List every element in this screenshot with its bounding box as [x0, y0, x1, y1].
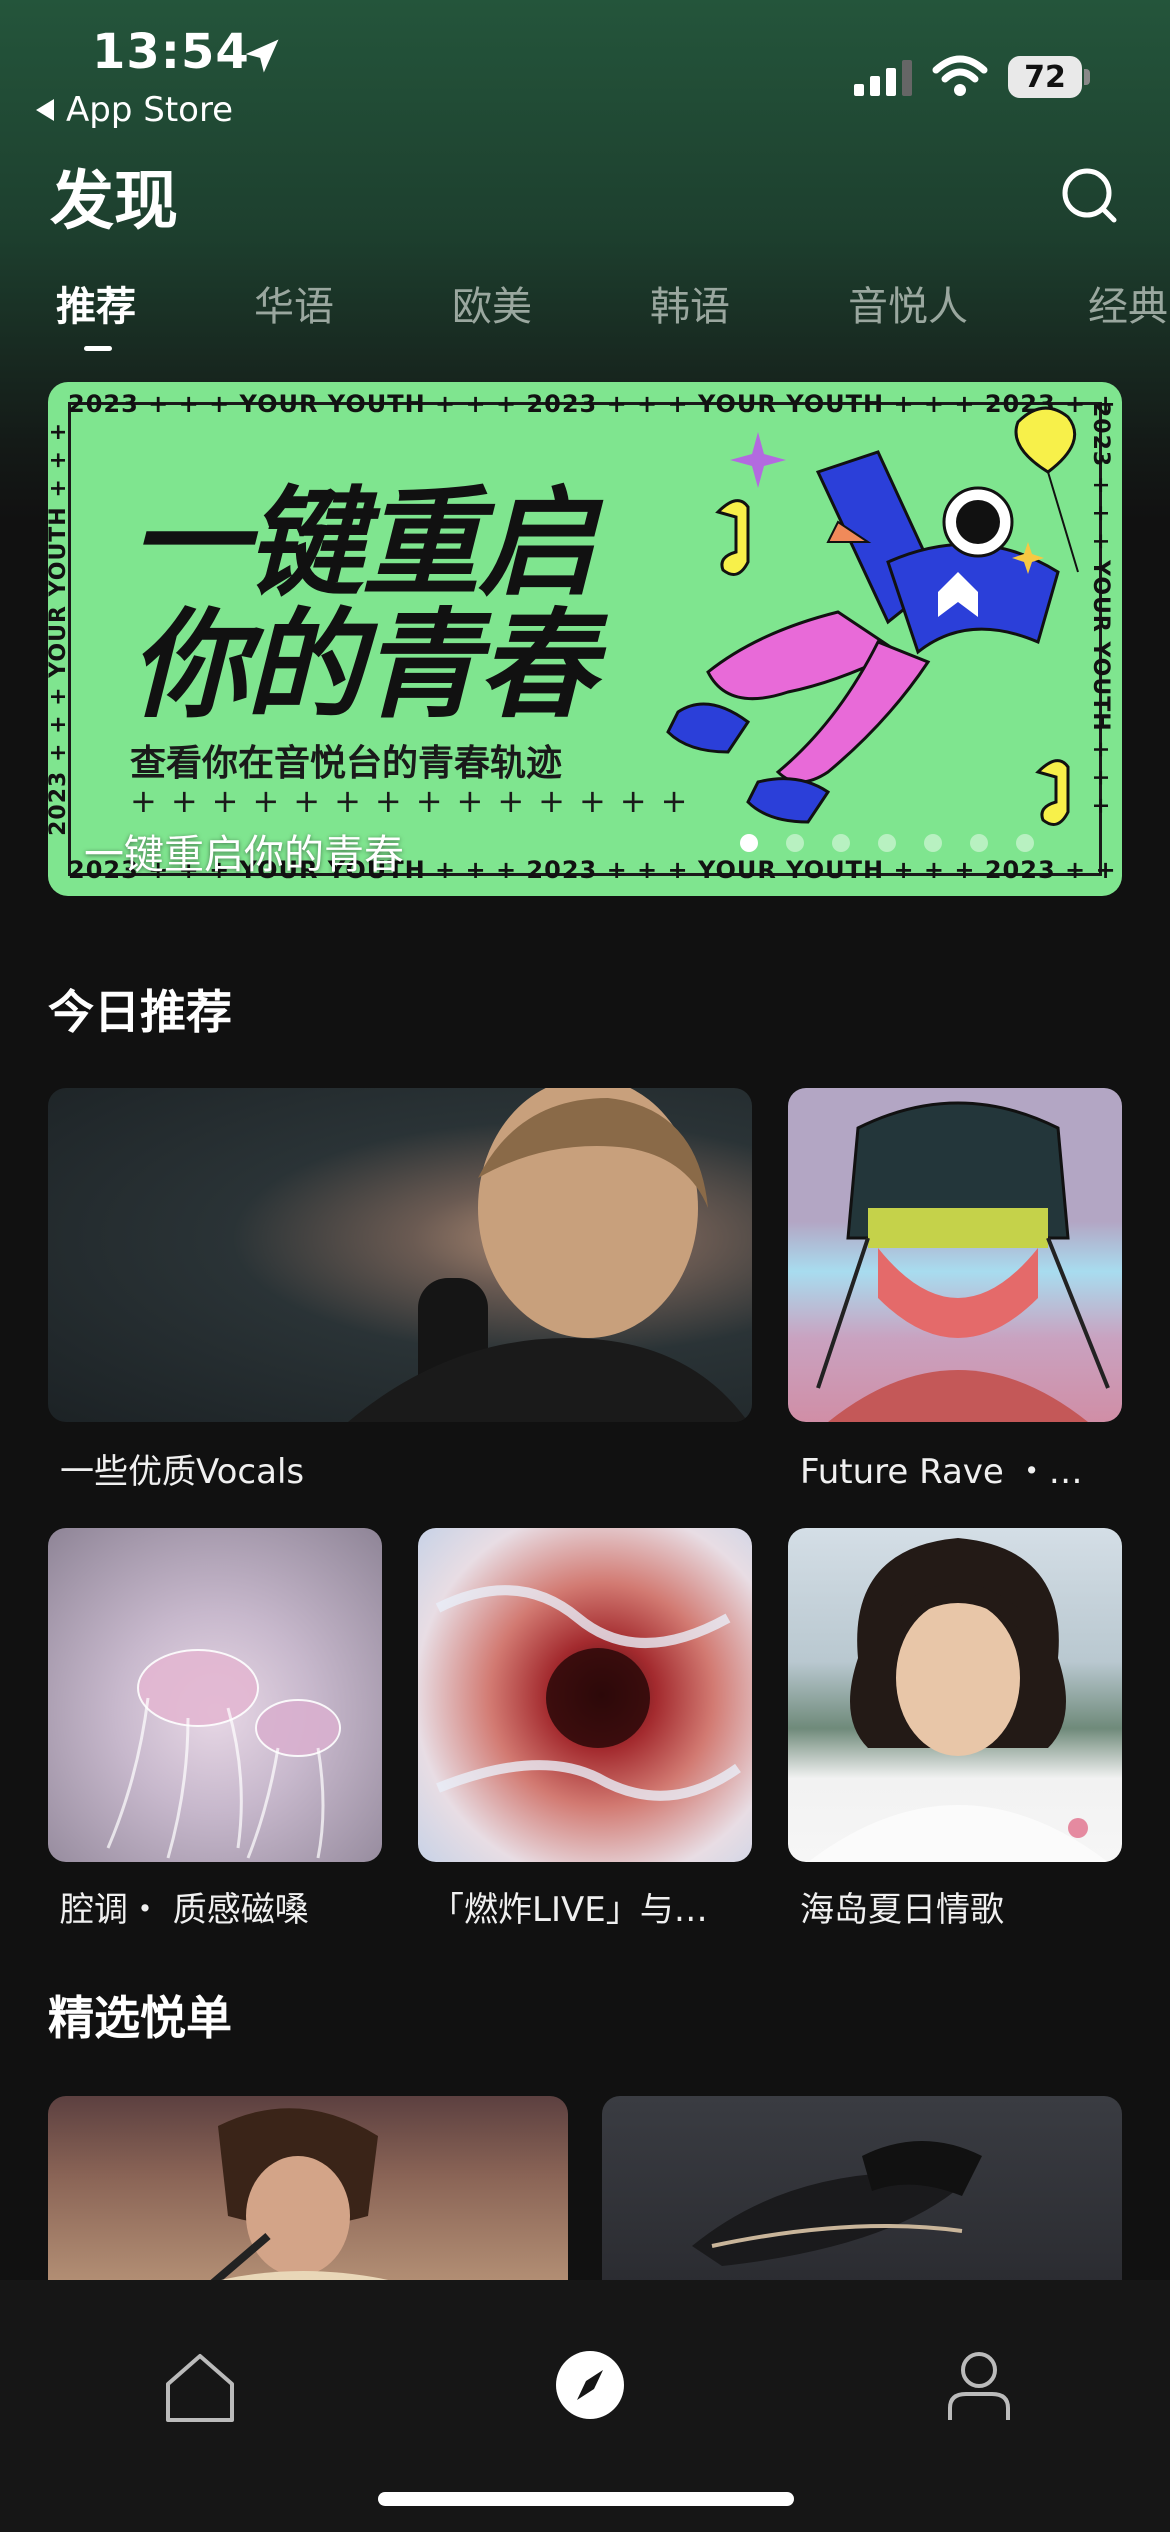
tab-recommend[interactable]: 推荐: [56, 274, 136, 332]
banner-caption: 一键重启你的青春: [84, 832, 404, 878]
section-title-featured: 精选悦单: [48, 1991, 232, 2045]
home-indicator: [378, 2492, 794, 2506]
banner-subtitle: 查看你在音悦台的青春轨迹: [130, 743, 563, 784]
banner-strip-left: 2023 + + + YOUR YOUTH + + +: [48, 422, 71, 836]
pagination-dot: [786, 834, 804, 852]
tab-western[interactable]: 欧美: [452, 274, 532, 332]
featured-cover-art-1: [168, 2108, 448, 2296]
wifi-icon: [932, 55, 988, 96]
banner-plus-row: ++++++++++++++: [130, 782, 702, 820]
banner-headline-line2: 你的青春: [130, 596, 596, 734]
card-label-live: 「燃炸LIVE」与…: [430, 1890, 708, 1930]
compass-icon[interactable]: [555, 2350, 625, 2420]
banner-pagination: [740, 834, 1034, 852]
home-icon[interactable]: [162, 2350, 238, 2426]
live-cover-art: [435, 1585, 741, 1801]
playlist-card-live[interactable]: [418, 1528, 752, 1862]
back-app-label: App Store: [66, 90, 234, 130]
featured-card-2[interactable]: [602, 2096, 1122, 2296]
location-arrow-icon: [245, 39, 279, 73]
banner-illustration: [666, 406, 1079, 826]
playlist-card-vocals[interactable]: [48, 1088, 752, 1422]
active-tab-indicator: [84, 346, 112, 351]
pagination-dot: [878, 834, 896, 852]
card-label-vocals: 一些优质Vocals: [60, 1452, 305, 1492]
playlist-card-future-rave[interactable]: [788, 1088, 1122, 1422]
pagination-dot: [1016, 834, 1034, 852]
featured-cover-art-2: [692, 2141, 982, 2266]
card-label-timbre: 腔调・ 质感磁嗓: [60, 1890, 309, 1930]
tab-korean[interactable]: 韩语: [650, 274, 730, 332]
banner-headline: 一键重启 你的青春: [130, 474, 596, 734]
featured-card-1[interactable]: [48, 2096, 568, 2296]
promo-banner[interactable]: 2023 + + + YOUR YOUTH + + + 2023 + + + Y…: [48, 382, 1122, 896]
vocals-cover-art: [348, 1088, 748, 1422]
search-icon[interactable]: [1060, 166, 1118, 224]
cellular-signal-icon: [854, 60, 912, 96]
card-label-future-rave: Future Rave ・…: [800, 1452, 1083, 1492]
status-time: 13:54: [92, 24, 250, 80]
playlist-card-timbre[interactable]: [48, 1528, 382, 1862]
page-title: 发现: [50, 165, 178, 239]
battery-indicator: 72: [1008, 56, 1090, 98]
category-tabs: 推荐 华语 欧美 韩语 音悦人 经典: [0, 266, 1170, 356]
battery-cap: [1084, 69, 1090, 85]
pagination-dot: [740, 834, 758, 852]
card-label-island: 海岛夏日情歌: [800, 1890, 1004, 1930]
pagination-dot: [970, 834, 988, 852]
battery-level: 72: [1008, 56, 1082, 98]
jellyfish-cover-art: [106, 1649, 341, 1859]
island-cover-art: [808, 1538, 1108, 1862]
future-rave-cover-art: [816, 1101, 1110, 1422]
pagination-dot: [832, 834, 850, 852]
banner-headline-line1: 一键重启: [130, 474, 596, 612]
status-bar: 13:54 App Store 72: [0, 0, 1170, 140]
tab-classic[interactable]: 经典: [1088, 274, 1168, 332]
person-icon[interactable]: [944, 2350, 1014, 2422]
section-title-today: 今日推荐: [48, 985, 232, 1039]
back-to-app-store[interactable]: App Store: [36, 90, 233, 130]
tab-chinese[interactable]: 华语: [254, 274, 334, 332]
tab-yinyueren[interactable]: 音悦人: [848, 274, 968, 332]
pagination-dot: [924, 834, 942, 852]
playlist-card-island[interactable]: [788, 1528, 1122, 1862]
back-triangle-icon: [36, 99, 54, 121]
